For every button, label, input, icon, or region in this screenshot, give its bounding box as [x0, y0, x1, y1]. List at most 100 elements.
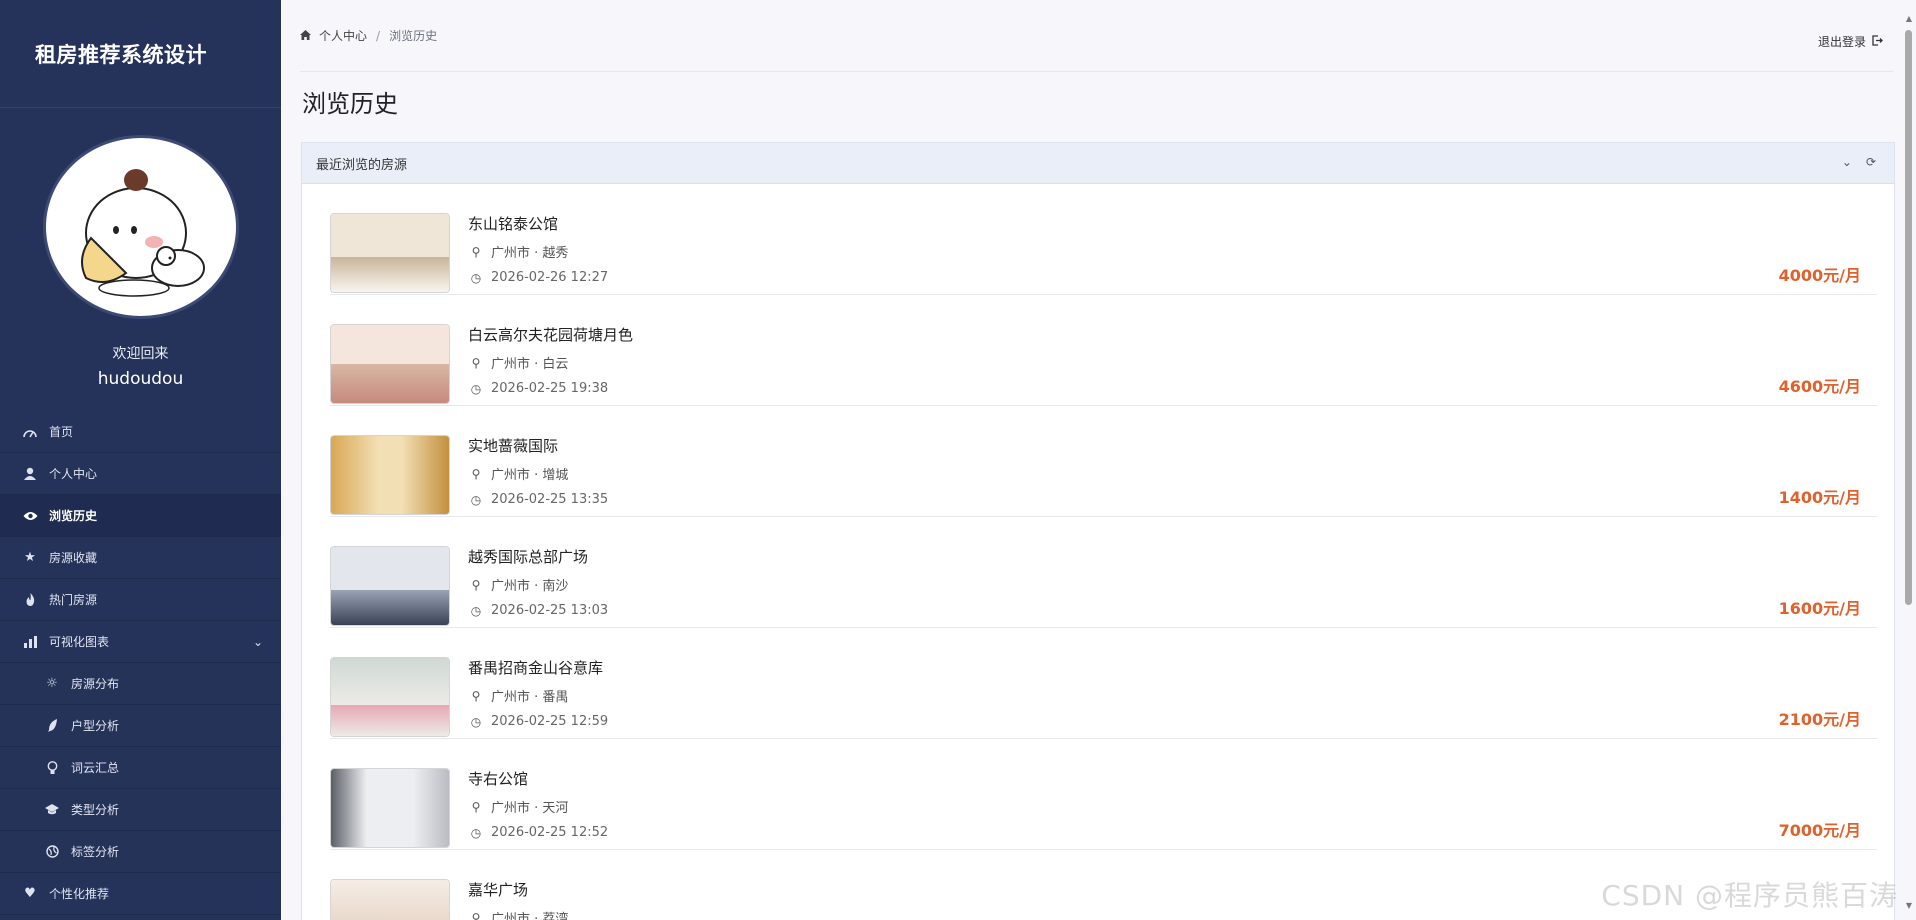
house-thumbnail[interactable]: [330, 768, 450, 848]
map-marker-icon: ⚲: [471, 799, 481, 814]
sidebar-item-label: 个性化推荐: [49, 887, 110, 901]
house-price: 7000元/月: [1778, 821, 1861, 840]
house-price: 4000元/月: [1778, 266, 1861, 285]
map-marker-icon: ⚲: [471, 910, 481, 920]
house-photo: [331, 880, 449, 920]
top-bar: 个人中心 / 浏览历史 退出登录: [300, 0, 1893, 72]
breadcrumb: 个人中心 / 浏览历史: [300, 27, 437, 44]
location-text: 广州市 · 越秀: [491, 246, 569, 261]
star-icon: ★: [24, 550, 36, 565]
map-marker-icon: ⚲: [471, 577, 481, 592]
fire-icon: [22, 592, 38, 608]
refresh-icon[interactable]: ⟳: [1866, 155, 1876, 169]
avatar-container: [0, 135, 281, 319]
logout-label: 退出登录: [1817, 35, 1866, 49]
map-marker-icon: ⚲: [471, 355, 481, 370]
list-item[interactable]: 实地蔷薇国际 ⚲ 广州市 · 增城 ◷ 2026-02-25 13:35 1400元…: [330, 406, 1877, 517]
panel-tools: ⌄ ⟳: [1842, 155, 1876, 169]
house-location: ⚲ 广州市 · 天河: [469, 797, 569, 817]
sidebar-menu: 首页 个人中心 浏览历史 ★ 房源收藏 热门房源 可视化图表 ⌄ ☼ 房源分布 …: [0, 411, 281, 915]
sidebar-item-recommend[interactable]: ♥ 个性化推荐: [0, 873, 281, 915]
clock-icon: ◷: [470, 381, 482, 396]
sun-icon: ☼: [46, 676, 58, 691]
sidebar-item-distribution[interactable]: ☼ 房源分布: [0, 663, 281, 705]
house-photo: [331, 214, 449, 292]
breadcrumb-home-link[interactable]: 个人中心: [319, 27, 367, 44]
watermark: CSDN @程序员熊百涛: [1601, 879, 1898, 912]
scroll-up-arrow-icon[interactable]: ▲: [1906, 14, 1912, 23]
sidebar-item-hot[interactable]: 热门房源: [0, 579, 281, 621]
house-thumbnail[interactable]: [330, 324, 450, 404]
house-title[interactable]: 越秀国际总部广场: [468, 546, 588, 567]
feather-icon: [44, 718, 60, 734]
house-price: 4600元/月: [1778, 377, 1861, 396]
clock-icon: ◷: [470, 825, 482, 840]
house-location: ⚲ 广州市 · 白云: [469, 353, 569, 373]
sidebar-item-charts[interactable]: 可视化图表 ⌄: [0, 621, 281, 663]
sidebar-item-label: 个人中心: [49, 467, 98, 481]
house-photo: [331, 769, 449, 847]
house-title[interactable]: 嘉华广场: [468, 879, 528, 900]
house-title[interactable]: 寺右公馆: [468, 768, 528, 789]
sidebar-item-label: 首页: [49, 425, 74, 439]
house-title[interactable]: 番禺招商金山谷意库: [468, 657, 603, 678]
breadcrumb-separator: /: [376, 28, 381, 43]
house-price: 1600元/月: [1778, 599, 1861, 618]
main-content: 个人中心 / 浏览历史 退出登录 浏览历史 最近浏览的房源 ⌄ ⟳ 东山铭泰公馆…: [281, 0, 1916, 920]
house-title[interactable]: 实地蔷薇国际: [468, 435, 558, 456]
sidebar-item-type-analysis[interactable]: 类型分析: [0, 789, 281, 831]
location-text: 广州市 · 番禺: [491, 690, 569, 705]
sidebar-item-wordcloud[interactable]: 词云汇总: [0, 747, 281, 789]
map-marker-icon: ⚲: [471, 688, 481, 703]
sign-out-icon: [1872, 34, 1883, 49]
panel-header: 最近浏览的房源 ⌄ ⟳: [302, 143, 1894, 184]
list-item[interactable]: 番禺招商金山谷意库 ⚲ 广州市 · 番禺 ◷ 2026-02-25 12:59 21…: [330, 628, 1877, 739]
collapse-icon[interactable]: ⌄: [1842, 155, 1852, 169]
house-thumbnail[interactable]: [330, 213, 450, 293]
house-photo: [331, 658, 449, 736]
house-location: ⚲ 广州市 · 越秀: [469, 242, 569, 262]
username: hudoudou: [97, 369, 184, 389]
avatar[interactable]: [42, 135, 239, 319]
view-time: ◷ 2026-02-25 12:52: [469, 825, 608, 840]
location-text: 广州市 · 南沙: [491, 579, 569, 594]
list-item[interactable]: 白云高尔夫花园荷塘月色 ⚲ 广州市 · 白云 ◷ 2026-02-25 19:38 …: [330, 295, 1877, 406]
page-title: 浏览历史: [302, 90, 398, 118]
scroll-down-arrow-icon[interactable]: ▼: [1906, 901, 1912, 910]
house-title[interactable]: 东山铭泰公馆: [468, 213, 558, 234]
sidebar-item-label: 类型分析: [71, 803, 120, 817]
house-price: 1400元/月: [1778, 488, 1861, 507]
view-time: ◷ 2026-02-25 13:35: [469, 492, 608, 507]
map-marker-icon: ⚲: [471, 244, 481, 259]
house-title[interactable]: 白云高尔夫花园荷塘月色: [468, 324, 633, 345]
lightbulb-icon: [44, 760, 60, 776]
sidebar-item-favorites[interactable]: ★ 房源收藏: [0, 537, 281, 579]
sidebar-item-layout-analysis[interactable]: 户型分析: [0, 705, 281, 747]
view-time: ◷ 2026-02-25 12:59: [469, 714, 608, 729]
list-item[interactable]: 越秀国际总部广场 ⚲ 广州市 · 南沙 ◷ 2026-02-25 13:03 160…: [330, 517, 1877, 628]
house-location: ⚲ 广州市 · 增城: [469, 464, 569, 484]
sidebar-item-home[interactable]: 首页: [0, 411, 281, 453]
dashboard-icon: [22, 424, 38, 440]
view-time: ◷ 2026-02-25 19:38: [469, 381, 608, 396]
logout-button[interactable]: 退出登录: [1818, 33, 1883, 50]
house-thumbnail[interactable]: [330, 879, 450, 920]
list-item[interactable]: 寺右公馆 ⚲ 广州市 · 天河 ◷ 2026-02-25 12:52 7000元/月: [330, 739, 1877, 850]
app-window: 租房推荐系统设计 欢迎回来 hudoudou 首页 个人中心 浏览历史 ★ 房源…: [0, 0, 1916, 920]
house-location: ⚲ 广州市 · 番禺: [469, 686, 569, 706]
heart-icon: ♥: [24, 886, 36, 901]
house-thumbnail[interactable]: [330, 546, 450, 626]
sidebar-item-history[interactable]: 浏览历史: [0, 495, 281, 537]
home-icon[interactable]: [300, 29, 311, 43]
sidebar-item-profile[interactable]: 个人中心: [0, 453, 281, 495]
time-text: 2026-02-26 12:27: [491, 270, 609, 285]
clock-icon: ◷: [470, 714, 482, 729]
sidebar-item-label: 标签分析: [71, 845, 120, 859]
scrollbar-thumb[interactable]: [1905, 30, 1912, 605]
bar-chart-icon: [22, 634, 38, 650]
sidebar-item-tag-analysis[interactable]: 标签分析: [0, 831, 281, 873]
list-item[interactable]: 东山铭泰公馆 ⚲ 广州市 · 越秀 ◷ 2026-02-26 12:27 4000元…: [330, 184, 1877, 295]
house-thumbnail[interactable]: [330, 657, 450, 737]
sidebar-item-label: 词云汇总: [71, 761, 120, 775]
house-thumbnail[interactable]: [330, 435, 450, 515]
